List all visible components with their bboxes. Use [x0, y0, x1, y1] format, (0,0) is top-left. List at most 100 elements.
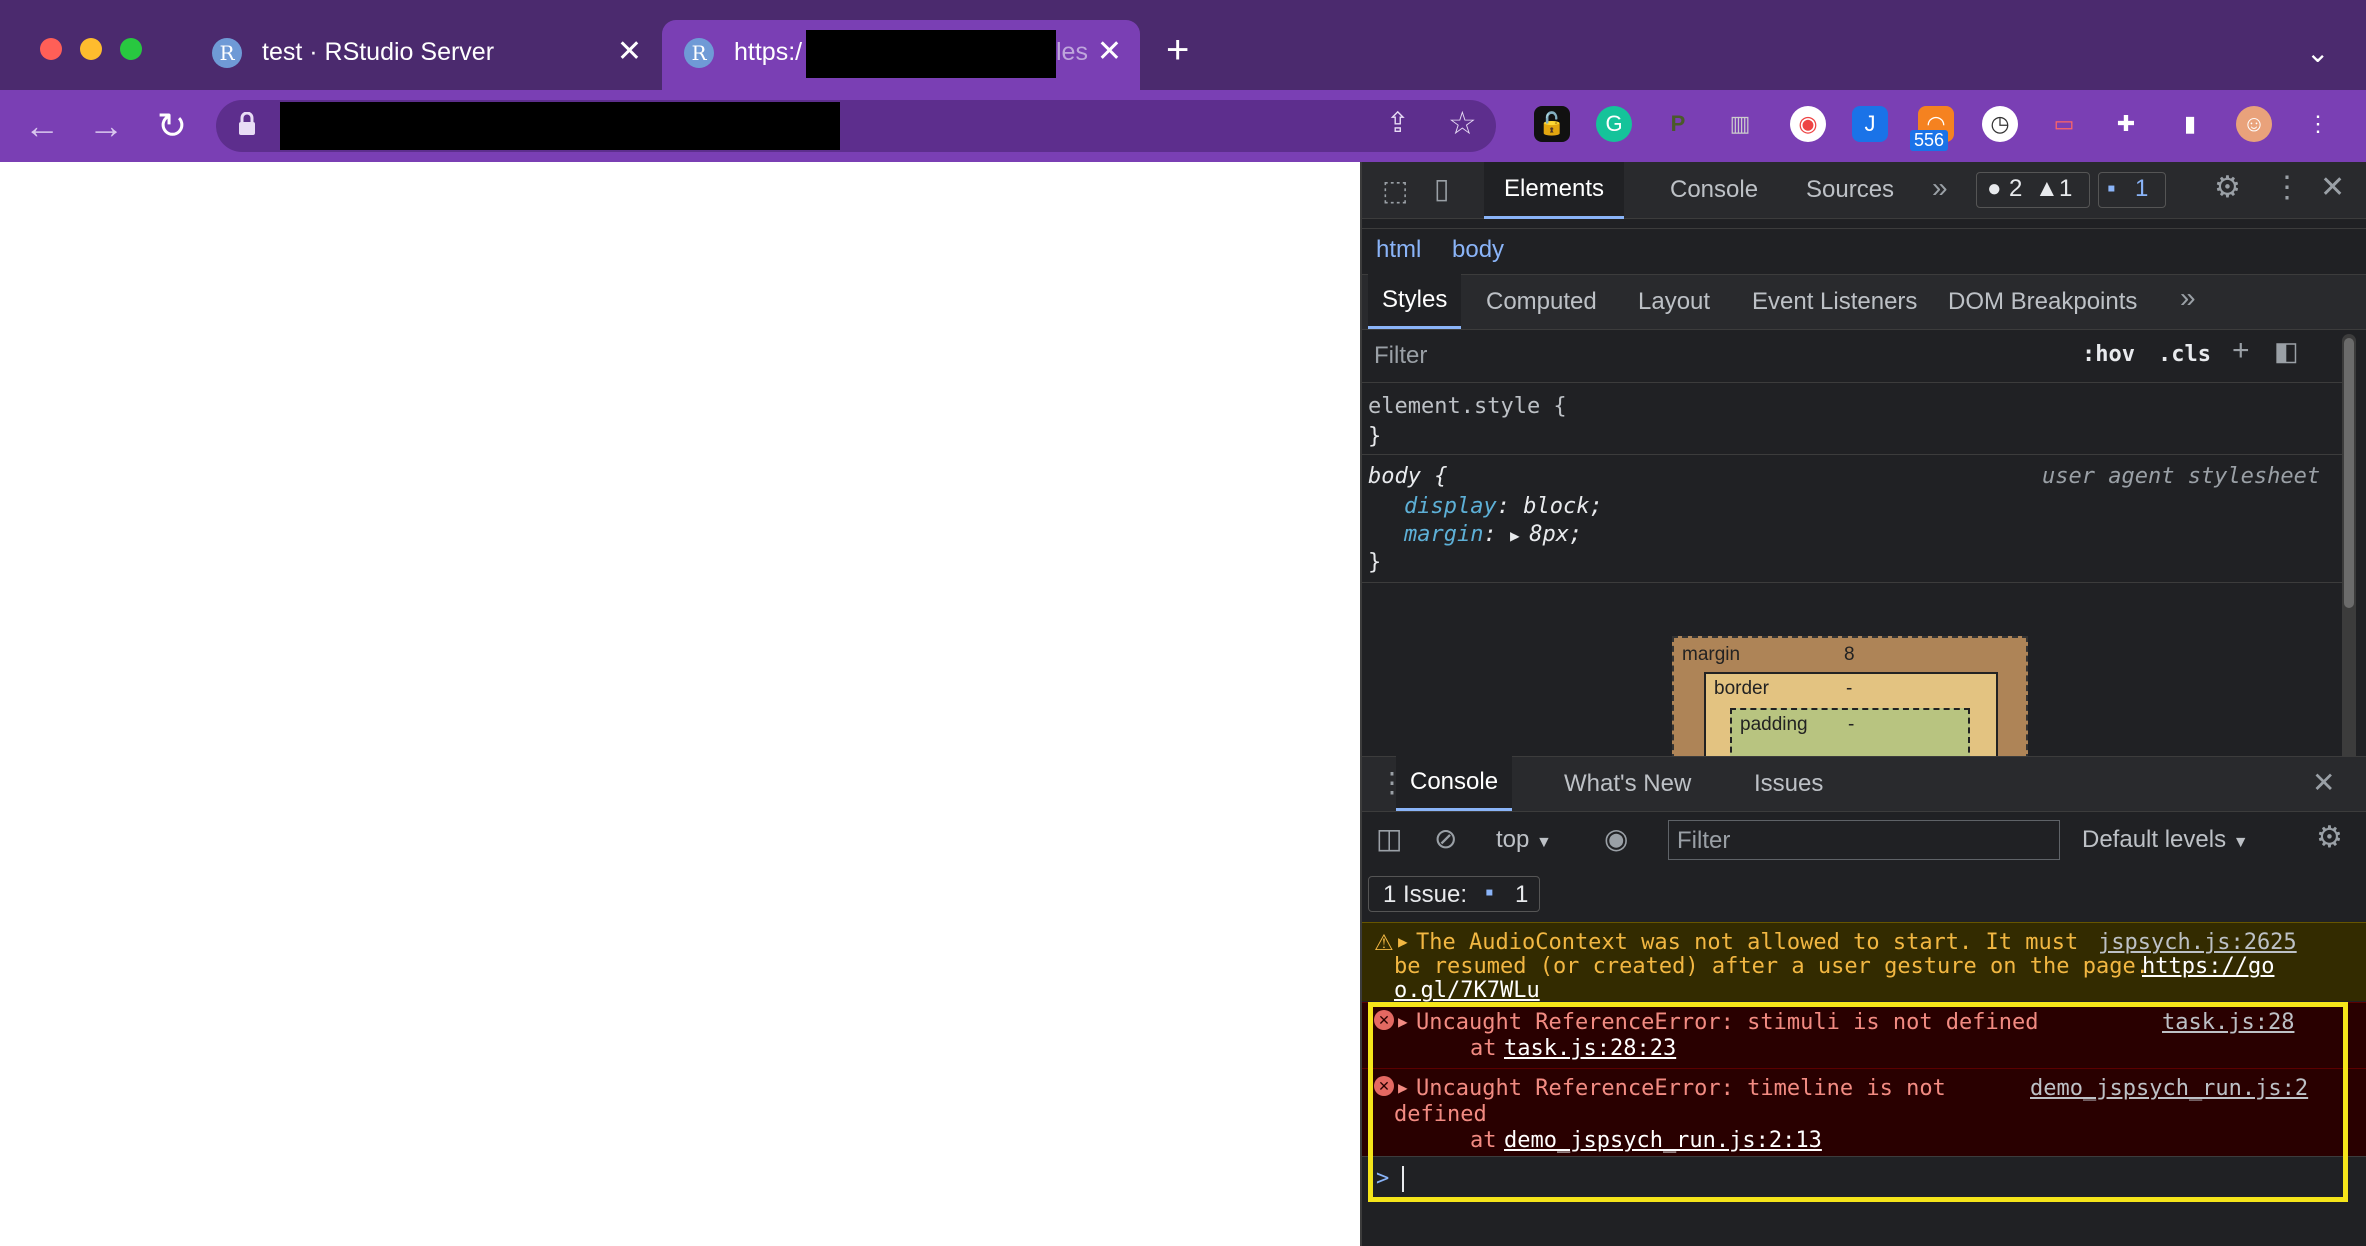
element-style-selector: element.style {: [1368, 394, 1567, 419]
new-tab-button[interactable]: +: [1166, 30, 1189, 70]
warning-url-part2[interactable]: o.gl/7K7WLu: [1394, 978, 1540, 1003]
warning-icon: ⚠: [1374, 930, 1394, 955]
padding-label: padding: [1740, 714, 1808, 735]
redacted-url: [280, 102, 840, 150]
warning-count: 1: [2059, 175, 2073, 202]
more-subtabs-icon[interactable]: »: [2180, 282, 2196, 314]
close-brace: }: [1368, 424, 1382, 449]
dropdown-arrow-icon: ▼: [1536, 834, 1552, 851]
clock-icon[interactable]: ◷: [1982, 106, 2018, 142]
property-value: block;: [1523, 494, 1603, 519]
devtools-menu-icon[interactable]: ⋮: [2272, 170, 2302, 205]
minimize-window-button[interactable]: [80, 38, 102, 60]
error-count-icon: ●: [1987, 175, 2002, 202]
cast-icon[interactable]: ▭: [2046, 106, 2082, 142]
target-icon[interactable]: ◉: [1790, 106, 1826, 142]
context-selector[interactable]: top ▼: [1496, 826, 1552, 854]
barcode-icon[interactable]: ▥: [1722, 106, 1758, 142]
drawer-tab-whats-new[interactable]: What's New: [1564, 770, 1691, 798]
margin-value: 8: [1844, 644, 1855, 665]
tab-elements[interactable]: Elements: [1484, 162, 1625, 219]
subtab-event-listeners[interactable]: Event Listeners: [1752, 288, 1917, 316]
subtab-computed[interactable]: Computed: [1486, 288, 1597, 316]
padding-value: -: [1848, 714, 1855, 735]
new-style-rule-icon[interactable]: +: [2232, 334, 2250, 368]
close-tab-icon[interactable]: ✕: [617, 34, 642, 69]
grammarly-icon[interactable]: G: [1596, 106, 1632, 142]
warning-line1: The AudioContext was not allowed to star…: [1416, 930, 2079, 955]
log-levels-dropdown[interactable]: Default levels ▼: [2082, 826, 2249, 854]
issues-bar[interactable]: 1 Issue: ▪ 1: [1368, 876, 1540, 912]
close-brace: }: [1368, 550, 1382, 575]
back-icon[interactable]: ←: [20, 104, 64, 148]
expand-triangle-icon[interactable]: ▶: [1510, 526, 1529, 545]
tab-search-icon[interactable]: ⌄: [2306, 36, 2329, 69]
tab-console[interactable]: Console: [1670, 176, 1758, 204]
close-window-button[interactable]: [40, 38, 62, 60]
styles-scroll-thumb[interactable]: [2344, 338, 2354, 608]
property-name: display: [1404, 494, 1497, 519]
drawer-tab-issues[interactable]: Issues: [1754, 770, 1823, 798]
cls-toggle[interactable]: .cls: [2158, 342, 2211, 367]
context-value: top: [1496, 826, 1530, 853]
subtab-styles[interactable]: Styles: [1368, 274, 1462, 329]
warning-line2: be resumed (or created) after a user ges…: [1394, 954, 2149, 979]
styles-filter-input[interactable]: Filter: [1374, 342, 1427, 370]
more-tabs-icon[interactable]: »: [1932, 172, 1948, 204]
devtools-panel: ⬚ ▯ Elements Console Sources » ● 2 ▲ 1 ▪…: [1360, 162, 2366, 1246]
reload-icon[interactable]: ↻: [150, 104, 194, 148]
body-selector: body {: [1368, 464, 1448, 489]
property-value: 8px;: [1529, 522, 1583, 547]
drawer-tab-console[interactable]: Console: [1396, 756, 1513, 811]
forward-icon[interactable]: →: [84, 104, 128, 148]
close-tab-icon[interactable]: ✕: [1097, 34, 1122, 69]
share-icon[interactable]: ⇪: [1386, 106, 1409, 139]
bookmark-star-icon[interactable]: ☆: [1448, 104, 1477, 142]
close-drawer-icon[interactable]: ✕: [2312, 766, 2335, 799]
page-content[interactable]: [0, 162, 1360, 1246]
console-filter-input[interactable]: Filter: [1668, 820, 2060, 860]
colon: :: [1496, 494, 1524, 519]
tab-rstudio[interactable]: R test · RStudio Server ✕: [190, 20, 660, 90]
expand-triangle-icon[interactable]: ▶: [1398, 932, 1408, 951]
tab-sources[interactable]: Sources: [1806, 176, 1894, 204]
close-devtools-icon[interactable]: ✕: [2320, 170, 2345, 205]
puzzle-icon[interactable]: ✚: [2108, 106, 2144, 142]
inspect-element-icon[interactable]: ⬚: [1382, 174, 1408, 207]
issues-bar-label: 1 Issue:: [1383, 881, 1468, 908]
issues-count: 1: [2135, 175, 2149, 202]
toggle-sidebar-icon[interactable]: ◧: [2274, 336, 2299, 367]
subtab-dom-breakpoints[interactable]: DOM Breakpoints: [1948, 288, 2137, 316]
clear-console-icon[interactable]: ⊘: [1434, 822, 1457, 855]
subtab-layout[interactable]: Layout: [1638, 288, 1710, 316]
extension-lock-icon[interactable]: 🔓: [1534, 106, 1570, 142]
warning-url-part1[interactable]: https://go: [2142, 954, 2274, 979]
tab-active[interactable]: R https:/ les ✕: [662, 20, 1140, 90]
tab-title: https:/: [734, 38, 803, 66]
device-toolbar-icon[interactable]: ▯: [1434, 172, 1449, 205]
maximize-window-button[interactable]: [120, 38, 142, 60]
box-model-border: border - padding -: [1704, 672, 1998, 772]
menu-kebab-icon[interactable]: ⋮: [2300, 106, 2336, 142]
j-extension-icon[interactable]: J: [1852, 106, 1888, 142]
settings-gear-icon[interactable]: ⚙: [2214, 170, 2241, 205]
issues-bar-icon: ▪: [1485, 879, 1494, 906]
property-name: margin: [1404, 522, 1484, 547]
breadcrumb-body[interactable]: body: [1452, 236, 1504, 264]
issues-icon: ▪: [2107, 175, 2116, 202]
dropdown-arrow-icon: ▼: [2232, 834, 2249, 851]
warning-source-link[interactable]: jspsych.js:2625: [2098, 930, 2297, 955]
lock-icon: [238, 111, 256, 135]
console-settings-gear-icon[interactable]: ⚙: [2316, 820, 2343, 855]
issues-counter[interactable]: ▪ 1: [2098, 172, 2166, 208]
sidepanel-icon[interactable]: ▮: [2172, 106, 2208, 142]
show-sidebar-icon[interactable]: ◫: [1376, 822, 1402, 855]
breadcrumb-html[interactable]: html: [1376, 236, 1421, 264]
avatar[interactable]: ☺: [2236, 106, 2272, 142]
live-expression-eye-icon[interactable]: ◉: [1604, 822, 1628, 855]
border-label: border: [1714, 678, 1769, 699]
error-warning-counter[interactable]: ● 2 ▲ 1: [1976, 172, 2090, 208]
hov-toggle[interactable]: :hov: [2082, 342, 2135, 367]
paypal-icon[interactable]: P: [1660, 106, 1696, 142]
address-bar[interactable]: ⇪ ☆: [216, 100, 1496, 152]
